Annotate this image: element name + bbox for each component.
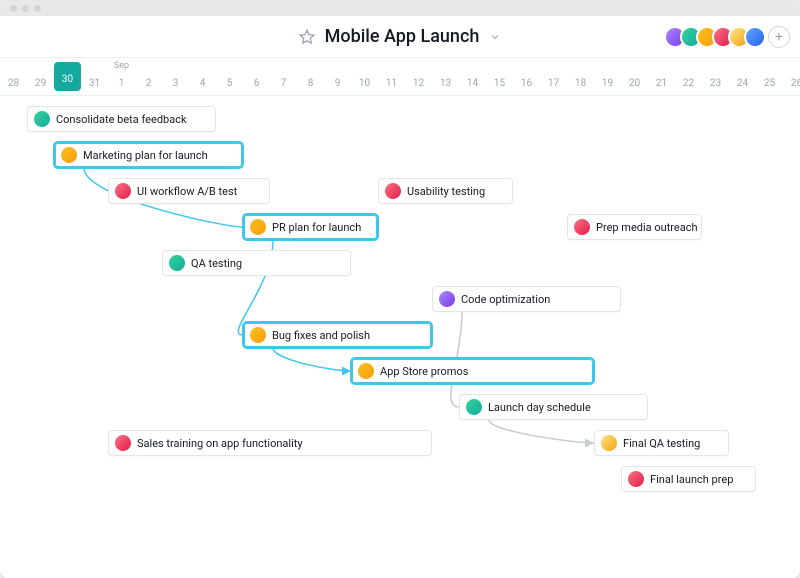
- task-label: Final launch prep: [650, 473, 733, 486]
- date-cell[interactable]: 18: [567, 58, 594, 95]
- assignee-avatar: [115, 435, 131, 451]
- date-cell[interactable]: 11: [378, 58, 405, 95]
- task-bar[interactable]: UI workflow A/B test: [108, 178, 270, 204]
- date-cell[interactable]: 8: [297, 58, 324, 95]
- window-chrome: [0, 0, 800, 16]
- task-bar[interactable]: Bug fixes and polish: [243, 322, 432, 348]
- date-cell[interactable]: 5: [216, 58, 243, 95]
- date-cell[interactable]: 13: [432, 58, 459, 95]
- app-frame: Mobile App Launch + 282930311Sep23456789…: [0, 0, 800, 578]
- date-cell[interactable]: 12: [405, 58, 432, 95]
- task-bar[interactable]: App Store promos: [351, 358, 594, 384]
- assignee-avatar: [601, 435, 617, 451]
- date-cell[interactable]: 16: [513, 58, 540, 95]
- task-label: Code optimization: [461, 293, 550, 306]
- task-label: Prep media outreach: [596, 221, 698, 234]
- date-cell[interactable]: 26: [783, 58, 800, 95]
- task-bar[interactable]: Usability testing: [378, 178, 513, 204]
- date-axis[interactable]: 282930311Sep2345678910111213141516171819…: [0, 58, 800, 96]
- chevron-down-icon[interactable]: [489, 31, 501, 43]
- task-label: UI workflow A/B test: [137, 185, 237, 198]
- date-cell[interactable]: 25: [756, 58, 783, 95]
- project-title[interactable]: Mobile App Launch: [325, 26, 480, 47]
- task-label: QA testing: [191, 257, 242, 270]
- task-bar[interactable]: Sales training on app functionality: [108, 430, 432, 456]
- task-bar[interactable]: Prep media outreach: [567, 214, 702, 240]
- date-cell[interactable]: 22: [675, 58, 702, 95]
- star-icon[interactable]: [299, 29, 315, 45]
- date-cell[interactable]: 29: [27, 58, 54, 95]
- assignee-avatar: [250, 219, 266, 235]
- add-member-button[interactable]: +: [768, 26, 790, 48]
- date-cell[interactable]: 30: [54, 62, 81, 91]
- assignee-avatar: [250, 327, 266, 343]
- date-cell[interactable]: 31: [81, 58, 108, 95]
- date-cell[interactable]: 19: [594, 58, 621, 95]
- header: Mobile App Launch +: [0, 16, 800, 58]
- task-bar[interactable]: Final launch prep: [621, 466, 756, 492]
- task-label: Bug fixes and polish: [272, 329, 370, 342]
- assignee-avatar: [34, 111, 50, 127]
- date-cell[interactable]: 2: [135, 58, 162, 95]
- task-label: Usability testing: [407, 185, 485, 198]
- task-bar[interactable]: Code optimization: [432, 286, 621, 312]
- assignee-avatar: [61, 147, 77, 163]
- date-cell[interactable]: 6: [243, 58, 270, 95]
- task-label: Final QA testing: [623, 437, 700, 450]
- task-bar[interactable]: Launch day schedule: [459, 394, 648, 420]
- task-bar[interactable]: Marketing plan for launch: [54, 142, 243, 168]
- assignee-avatar: [358, 363, 374, 379]
- task-bar[interactable]: QA testing: [162, 250, 351, 276]
- team-avatars: +: [670, 26, 790, 48]
- title-group: Mobile App Launch: [299, 26, 502, 47]
- date-cell[interactable]: 24: [729, 58, 756, 95]
- task-label: PR plan for launch: [272, 221, 361, 234]
- date-cell[interactable]: 23: [702, 58, 729, 95]
- date-cell[interactable]: 3: [162, 58, 189, 95]
- date-cell[interactable]: 15: [486, 58, 513, 95]
- assignee-avatar: [628, 471, 644, 487]
- task-label: Launch day schedule: [488, 401, 591, 414]
- dependency-line: [273, 348, 351, 371]
- timeline[interactable]: Consolidate beta feedback Marketing plan …: [0, 96, 800, 578]
- assignee-avatar: [439, 291, 455, 307]
- month-label: Sep: [114, 61, 129, 71]
- dependency-line: [489, 420, 594, 443]
- task-label: Sales training on app functionality: [137, 437, 303, 450]
- date-cell[interactable]: 14: [459, 58, 486, 95]
- assignee-avatar: [169, 255, 185, 271]
- assignee-avatar: [385, 183, 401, 199]
- task-label: Marketing plan for launch: [83, 149, 208, 162]
- task-label: App Store promos: [380, 365, 468, 378]
- chrome-dot: [34, 5, 41, 12]
- assignee-avatar: [466, 399, 482, 415]
- task-bar[interactable]: Final QA testing: [594, 430, 729, 456]
- assignee-avatar: [574, 219, 590, 235]
- date-cell[interactable]: 7: [270, 58, 297, 95]
- task-bar[interactable]: PR plan for launch: [243, 214, 378, 240]
- task-bar[interactable]: Consolidate beta feedback: [27, 106, 216, 132]
- assignee-avatar: [115, 183, 131, 199]
- date-cell[interactable]: 4: [189, 58, 216, 95]
- date-cell[interactable]: 1Sep: [108, 58, 135, 95]
- date-cell[interactable]: 28: [0, 58, 27, 95]
- date-cell[interactable]: 21: [648, 58, 675, 95]
- chrome-dot: [22, 5, 29, 12]
- date-cell[interactable]: 17: [540, 58, 567, 95]
- date-cell[interactable]: 10: [351, 58, 378, 95]
- date-cell[interactable]: 20: [621, 58, 648, 95]
- date-cell[interactable]: 9: [324, 58, 351, 95]
- team-avatar[interactable]: [744, 26, 766, 48]
- task-label: Consolidate beta feedback: [56, 113, 187, 126]
- chrome-dot: [10, 5, 17, 12]
